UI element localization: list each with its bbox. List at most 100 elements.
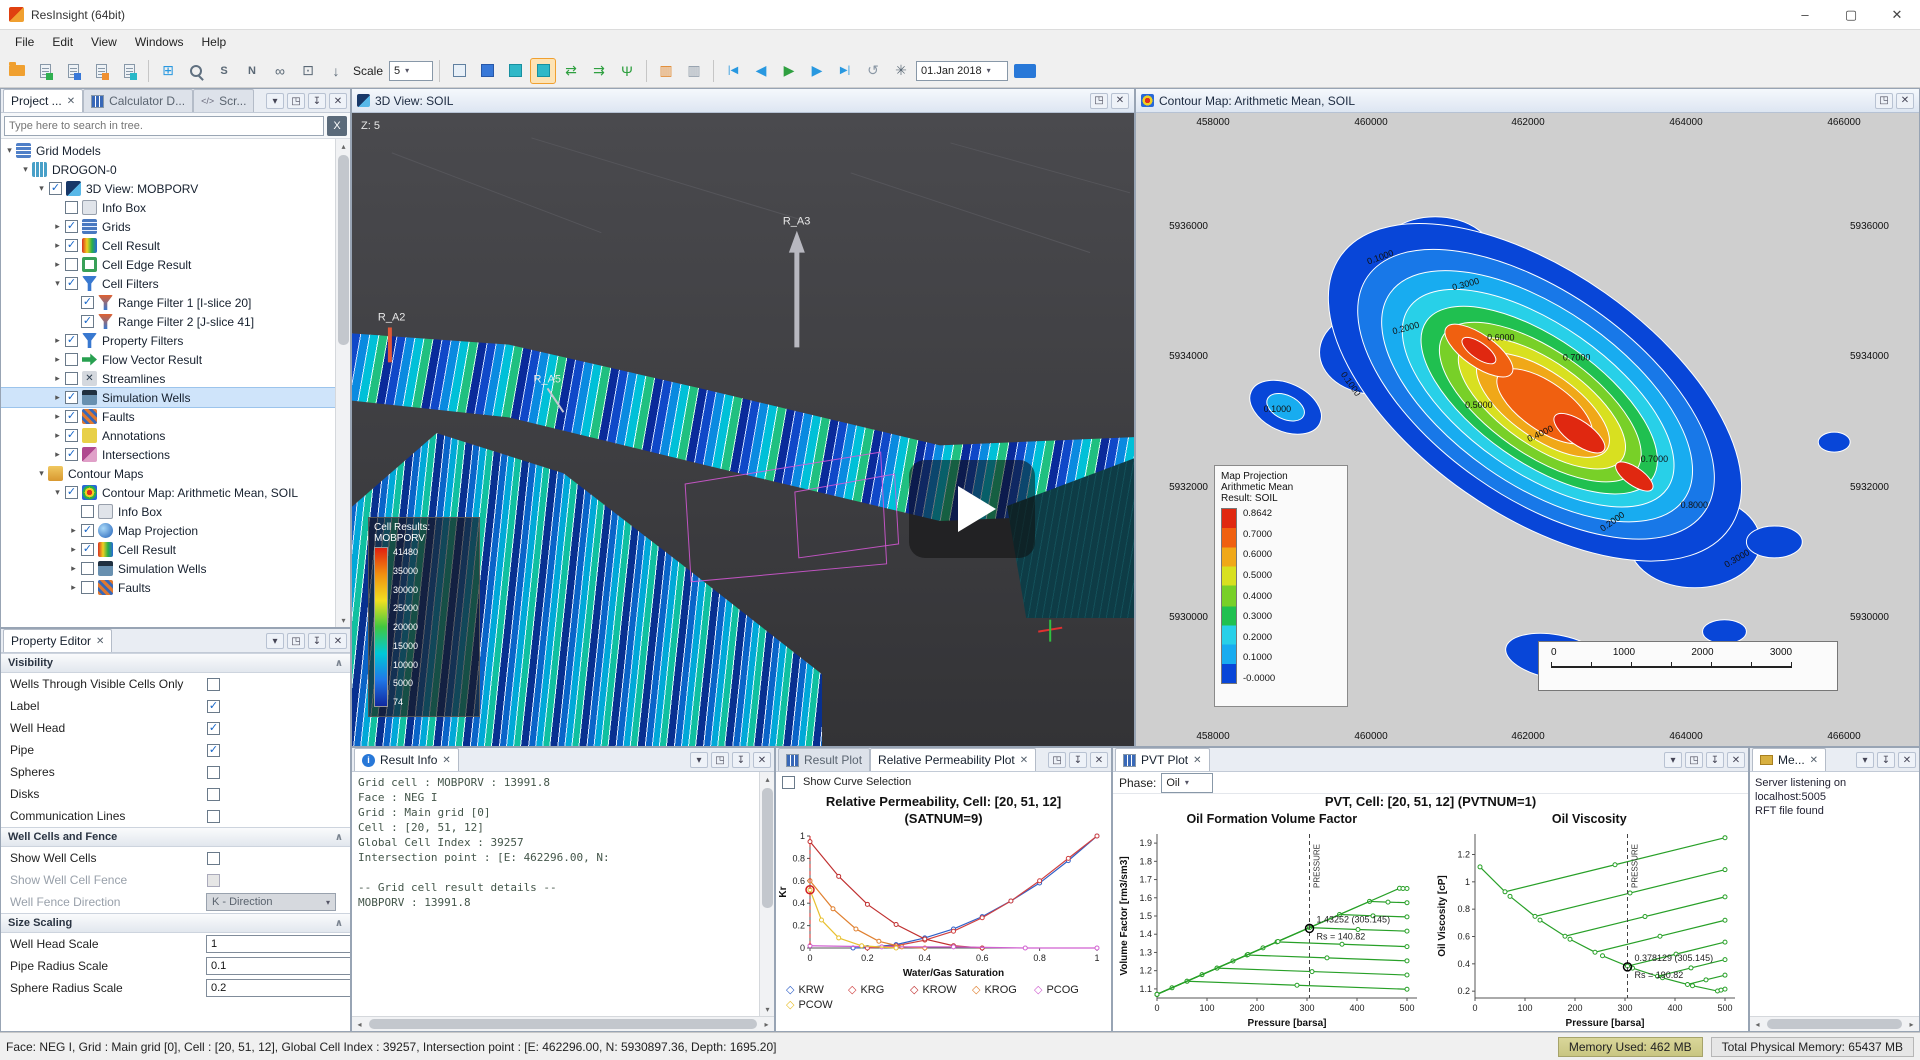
float-panel-button[interactable]: ◳ bbox=[287, 633, 305, 649]
close-tab-icon[interactable]: ✕ bbox=[1810, 755, 1818, 766]
expand-arrow-icon[interactable]: ▸ bbox=[51, 392, 64, 403]
collapse-icon[interactable]: ∧ bbox=[335, 832, 343, 843]
tab-relperm-plot[interactable]: Relative Permeability Plot ✕ bbox=[870, 748, 1036, 771]
tree-checkbox[interactable] bbox=[65, 277, 78, 290]
tree-item[interactable]: ▾DROGON-0 bbox=[1, 160, 335, 179]
tree-checkbox[interactable] bbox=[81, 296, 94, 309]
collapse-icon[interactable]: ∧ bbox=[335, 918, 343, 929]
result-info-hscrollbar[interactable]: ◂ ▸ bbox=[352, 1016, 774, 1031]
expand-arrow-icon[interactable]: ▾ bbox=[51, 487, 64, 498]
scroll-down-icon[interactable]: ▾ bbox=[336, 613, 351, 627]
property-checkbox[interactable] bbox=[207, 874, 220, 887]
pin-panel-button[interactable]: ↧ bbox=[1706, 752, 1724, 768]
open-project-button[interactable] bbox=[4, 58, 30, 84]
menu-item[interactable]: File bbox=[6, 30, 43, 54]
expand-arrow-icon[interactable]: ▸ bbox=[51, 335, 64, 346]
import-summary-case-button[interactable] bbox=[88, 58, 114, 84]
float-panel-button[interactable]: ◳ bbox=[1048, 752, 1066, 768]
tree-checkbox[interactable] bbox=[81, 581, 94, 594]
tree-checkbox[interactable] bbox=[65, 486, 78, 499]
section-header[interactable]: Visibility∧ bbox=[1, 653, 350, 673]
menu-item[interactable]: Windows bbox=[126, 30, 193, 54]
tree-item[interactable]: ▾Contour Map: Arithmetic Mean, SOIL bbox=[1, 483, 335, 502]
tree-item[interactable]: ▾Cell Filters bbox=[1, 274, 335, 293]
well-stub[interactable] bbox=[547, 388, 563, 412]
scrollbar-thumb[interactable] bbox=[369, 1019, 757, 1029]
search-input[interactable] bbox=[4, 116, 324, 136]
pin-panel-button[interactable]: ↧ bbox=[308, 93, 326, 109]
well-paths-button[interactable]: Ψ bbox=[614, 58, 640, 84]
legend-item[interactable]: ◇KROW bbox=[910, 983, 966, 996]
bo-chart[interactable]: 01002003004005001.11.21.31.41.51.61.71.8… bbox=[1117, 828, 1427, 1028]
tree-item[interactable]: ▸Property Filters bbox=[1, 331, 335, 350]
tree-item[interactable]: Range Filter 1 [I-slice 20] bbox=[1, 293, 335, 312]
tree-item[interactable]: Info Box bbox=[1, 198, 335, 217]
close-panel-button[interactable]: ✕ bbox=[1898, 752, 1916, 768]
tree-checkbox[interactable] bbox=[81, 524, 94, 537]
expand-arrow-icon[interactable]: ▸ bbox=[51, 221, 64, 232]
scroll-right-icon[interactable]: ▸ bbox=[759, 1020, 774, 1029]
close-panel-button[interactable]: ✕ bbox=[753, 752, 771, 768]
tree-item[interactable]: ▾Contour Maps bbox=[1, 464, 335, 483]
surface-drawstyle-button[interactable] bbox=[502, 58, 528, 84]
close-window-button[interactable]: ✕ bbox=[1111, 93, 1129, 109]
scrollbar-thumb[interactable] bbox=[338, 155, 349, 345]
tree-item[interactable]: ▸Grids bbox=[1, 217, 335, 236]
section-header[interactable]: Well Cells and Fence∧ bbox=[1, 827, 350, 847]
expand-arrow-icon[interactable]: ▸ bbox=[67, 544, 80, 555]
tree-checkbox[interactable] bbox=[65, 410, 78, 423]
property-input[interactable] bbox=[206, 935, 350, 953]
result-info-scrollbar[interactable]: ▴ ▾ bbox=[759, 772, 774, 1016]
flow-arrows-button[interactable]: ⇄ bbox=[558, 58, 584, 84]
legend-config-button[interactable]: ▥ bbox=[681, 58, 707, 84]
tree-checkbox[interactable] bbox=[65, 239, 78, 252]
tree-item[interactable]: ▾3D View: MOBPORV bbox=[1, 179, 335, 198]
expand-arrow-icon[interactable]: ▾ bbox=[51, 278, 64, 289]
maximize-button[interactable]: ▢ bbox=[1828, 0, 1874, 29]
tree-checkbox[interactable] bbox=[65, 258, 78, 271]
scrollbar-thumb[interactable] bbox=[1767, 1019, 1902, 1029]
float-panel-button[interactable]: ◳ bbox=[287, 93, 305, 109]
view3d-canvas[interactable]: R_A2 R_A3 R_A5 Z: 5 Cell Results: MOBPOR… bbox=[352, 113, 1134, 746]
expand-arrow-icon[interactable]: ▸ bbox=[51, 354, 64, 365]
relperm-chart[interactable]: 00.20.40.60.8100.20.40.60.81Water/Gas Sa… bbox=[776, 828, 1111, 978]
scroll-down-icon[interactable]: ▾ bbox=[760, 1002, 775, 1016]
tree-checkbox[interactable] bbox=[65, 372, 78, 385]
property-checkbox[interactable] bbox=[207, 852, 220, 865]
expand-arrow-icon[interactable]: ▾ bbox=[35, 183, 48, 194]
import-well-data-button[interactable] bbox=[116, 58, 142, 84]
expand-arrow-icon[interactable]: ▸ bbox=[51, 259, 64, 270]
restore-window-button[interactable]: ◳ bbox=[1090, 93, 1108, 109]
animation-settings-button[interactable]: ✳ bbox=[888, 58, 914, 84]
phase-select[interactable]: Oil ▾ bbox=[1161, 773, 1213, 793]
property-input[interactable] bbox=[206, 957, 350, 975]
tree-item[interactable]: ▸Intersections bbox=[1, 445, 335, 464]
scrollbar-thumb[interactable] bbox=[762, 788, 773, 908]
legend-item[interactable]: ◇PCOG bbox=[1034, 983, 1090, 996]
tab-messages[interactable]: Me... ✕ bbox=[1752, 748, 1826, 771]
scroll-right-icon[interactable]: ▸ bbox=[1904, 1020, 1919, 1029]
pin-panel-button[interactable]: ↧ bbox=[1877, 752, 1895, 768]
tree-checkbox[interactable] bbox=[65, 201, 78, 214]
tree-checkbox[interactable] bbox=[65, 353, 78, 366]
tree-checkbox[interactable] bbox=[81, 562, 94, 575]
link-views-button[interactable]: ∞ bbox=[267, 58, 293, 84]
dock-menu-button[interactable]: ▾ bbox=[266, 93, 284, 109]
tab-calculator[interactable]: Calculator D... bbox=[83, 89, 193, 112]
tree-item[interactable]: ▸Simulation Wells bbox=[1, 559, 335, 578]
tree-item[interactable]: ▸Cell Result bbox=[1, 540, 335, 559]
tree-item[interactable]: Range Filter 2 [J-slice 41] bbox=[1, 312, 335, 331]
show-curve-selection-checkbox[interactable] bbox=[782, 776, 795, 789]
snapshot-file-button[interactable]: ↓ bbox=[323, 58, 349, 84]
import-input-case-button[interactable] bbox=[60, 58, 86, 84]
property-checkbox[interactable] bbox=[207, 678, 220, 691]
menu-item[interactable]: Help bbox=[193, 30, 236, 54]
snapshot-clipboard-button[interactable]: ⊡ bbox=[295, 58, 321, 84]
expand-arrow-icon[interactable]: ▾ bbox=[19, 164, 32, 175]
tree-checkbox[interactable] bbox=[65, 220, 78, 233]
mesh-drawstyle-button[interactable] bbox=[530, 58, 556, 84]
tab-pvt-plot[interactable]: PVT Plot ✕ bbox=[1115, 748, 1210, 771]
scroll-up-icon[interactable]: ▴ bbox=[336, 139, 351, 153]
legend-item[interactable]: ◇KROG bbox=[972, 983, 1028, 996]
scroll-left-icon[interactable]: ◂ bbox=[1750, 1020, 1765, 1029]
